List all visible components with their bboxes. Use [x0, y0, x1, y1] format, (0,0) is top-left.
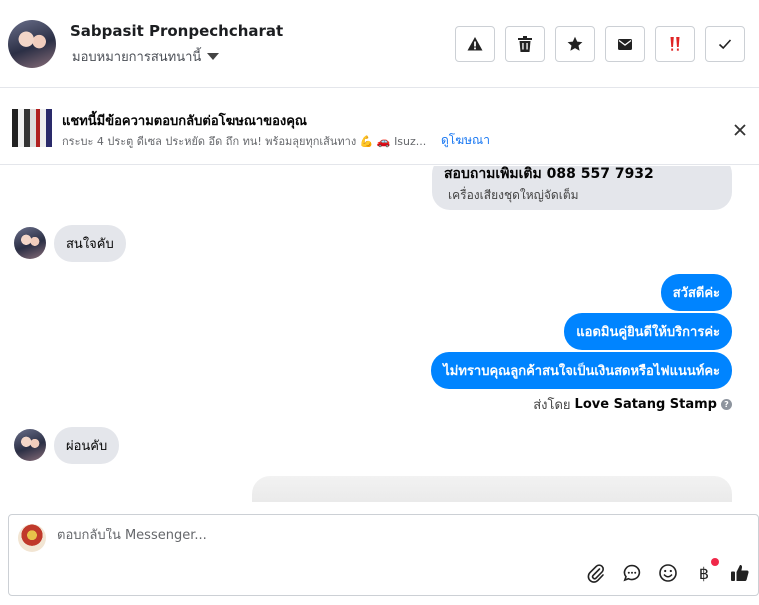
- sender-avatar[interactable]: [14, 227, 46, 259]
- follow-up-button[interactable]: [655, 26, 695, 62]
- sent-by-name: Love Satang Stamp: [574, 397, 717, 412]
- warning-icon: [467, 37, 483, 51]
- chat-bubble-icon: [623, 564, 641, 582]
- reply-input[interactable]: [57, 528, 557, 543]
- message-thread[interactable]: สอบถามเพิ่มเติม 088 557 7932 เครื่องเสีย…: [0, 166, 759, 502]
- contact-name[interactable]: Sabpasit Pronpechcharat: [70, 22, 283, 40]
- paperclip-icon: [587, 564, 604, 583]
- mark-unread-button[interactable]: [605, 26, 645, 62]
- sent-by-label: ส่งโดย Love Satang Stamp ?: [533, 394, 732, 415]
- assign-label: มอบหมายการสนทนานี้: [72, 50, 202, 65]
- checkmark-icon: [718, 39, 732, 50]
- incoming-message[interactable]: สนใจคับ: [54, 225, 126, 262]
- spam-button[interactable]: [455, 26, 495, 62]
- notification-dot: [711, 558, 719, 566]
- double-exclamation-icon: [670, 37, 680, 51]
- star-icon: [567, 36, 583, 51]
- incoming-message[interactable]: ผ่อนคับ: [54, 427, 120, 464]
- composer-tools: ฿: [584, 558, 758, 585]
- page-avatar: [18, 524, 46, 552]
- payment-button[interactable]: ฿: [692, 558, 719, 585]
- thumbs-up-icon: [731, 564, 749, 581]
- caret-down-icon: [207, 53, 220, 60]
- outgoing-message[interactable]: สวัสดีค่ะ: [660, 274, 732, 311]
- emoji-button[interactable]: [656, 561, 680, 585]
- ad-thumbnail[interactable]: [12, 109, 52, 147]
- conversation-header: Sabpasit Pronpechcharat มอบหมายการสนทนาน…: [0, 0, 759, 88]
- contact-avatar[interactable]: [8, 20, 56, 68]
- attach-button[interactable]: [584, 561, 608, 585]
- outgoing-message[interactable]: แอดมินคู่ยินดีให้บริการค่ะ: [564, 313, 732, 350]
- baht-icon: ฿: [698, 563, 710, 583]
- inquiry-text: สอบถามเพิ่มเติม 088 557 7932: [444, 166, 654, 182]
- smiley-icon: [659, 564, 677, 582]
- star-button[interactable]: [555, 26, 595, 62]
- help-icon[interactable]: ?: [721, 399, 732, 410]
- inquiry-subtext: เครื่องเสียงชุดใหญ่จัดเต็ม: [448, 188, 579, 202]
- ad-reply-banner: แชทนี้มีข้อความตอบกลับต่อโฆษณาของคุณ กระ…: [0, 89, 759, 165]
- outgoing-message[interactable]: ไม่ทราบคุณลูกค้าสนใจเป็นเงินสดหรือไฟแนนท…: [431, 352, 732, 389]
- outgoing-image-message[interactable]: [252, 476, 732, 502]
- trash-icon: [518, 36, 532, 52]
- assign-conversation-dropdown[interactable]: มอบหมายการสนทนานี้: [72, 46, 220, 67]
- reply-composer: ฿: [8, 514, 759, 596]
- header-actions: [455, 26, 745, 62]
- ad-banner-title: แชทนี้มีข้อความตอบกลับต่อโฆษณาของคุณ: [62, 114, 307, 129]
- sent-by-prefix: ส่งโดย: [533, 398, 571, 413]
- delete-button[interactable]: [505, 26, 545, 62]
- ad-banner-subtitle: กระบะ 4 ประตู ดีเซล ประหยัด อึด ถึก ทน! …: [62, 135, 427, 148]
- close-banner-button[interactable]: [728, 118, 752, 142]
- sender-avatar[interactable]: [14, 429, 46, 461]
- view-ad-link[interactable]: ดูโฆษณา: [441, 131, 490, 150]
- mark-done-button[interactable]: [705, 26, 745, 62]
- saved-replies-button[interactable]: [620, 561, 644, 585]
- like-button[interactable]: [728, 561, 752, 585]
- close-icon: [734, 124, 746, 136]
- envelope-icon: [618, 38, 632, 50]
